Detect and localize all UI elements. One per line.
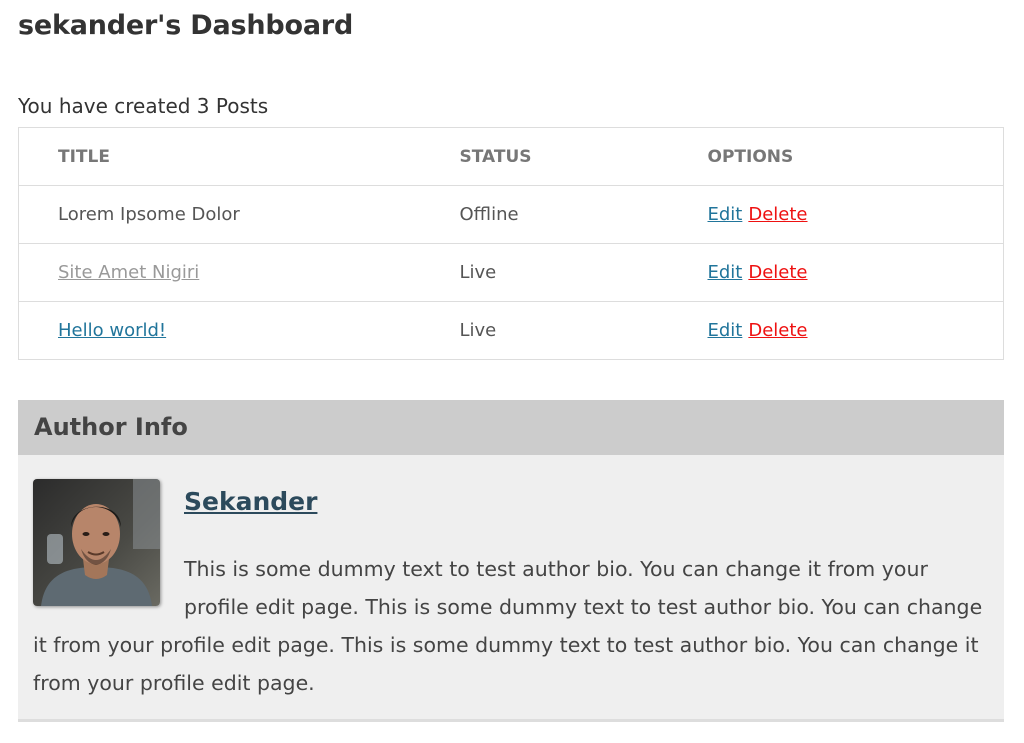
post-title: Lorem Ipsome Dolor	[18, 185, 460, 244]
post-title-cell: Hello world!	[19, 302, 460, 360]
avatar	[33, 479, 160, 606]
post-status: Live	[459, 243, 708, 302]
posts-count-text: You have created 3 Posts	[18, 94, 269, 118]
delete-link[interactable]: Delete	[748, 320, 807, 341]
post-title-link[interactable]: Hello world!	[58, 320, 166, 341]
dashboard-page: sekander's Dashboard You have created 3 …	[0, 0, 1024, 743]
post-options: Edit Delete	[707, 185, 1004, 244]
table-row: Site Amet Nigiri Live Edit Delete	[18, 243, 1004, 302]
column-header-status: STATUS	[459, 127, 708, 186]
post-options: Edit Delete	[707, 243, 1004, 302]
author-avatar-image	[33, 479, 160, 606]
column-header-options: OPTIONS	[707, 127, 1004, 186]
post-options: Edit Delete	[708, 302, 1004, 360]
edit-link[interactable]: Edit	[708, 262, 743, 283]
delete-link[interactable]: Delete	[748, 262, 807, 283]
author-bio-text: This is some dummy text to test author b…	[33, 557, 983, 695]
author-info-box: Author Info Sekander This is some dummy …	[18, 400, 1004, 722]
author-name-link[interactable]: Sekander	[33, 487, 998, 516]
edit-link[interactable]: Edit	[708, 204, 743, 225]
posts-table: TITLE STATUS OPTIONS Lorem Ipsome Dolor …	[18, 127, 1004, 360]
post-title-cell: Site Amet Nigiri	[18, 243, 460, 302]
post-title-link[interactable]: Site Amet Nigiri	[58, 262, 199, 283]
author-info-body: Sekander This is some dummy text to test…	[18, 455, 1004, 702]
post-status: Offline	[459, 185, 708, 244]
author-info-heading: Author Info	[18, 400, 1004, 455]
delete-link[interactable]: Delete	[748, 204, 807, 225]
post-status: Live	[459, 320, 497, 341]
column-header-title: TITLE	[18, 127, 460, 186]
page-title: sekander's Dashboard	[18, 10, 354, 41]
table-row: Lorem Ipsome Dolor Offline Edit Delete	[18, 185, 1004, 244]
edit-link[interactable]: Edit	[708, 320, 743, 341]
table-header-row: TITLE STATUS OPTIONS	[18, 127, 1004, 186]
table-row: Hello world! Live Edit Delete	[19, 302, 1004, 360]
